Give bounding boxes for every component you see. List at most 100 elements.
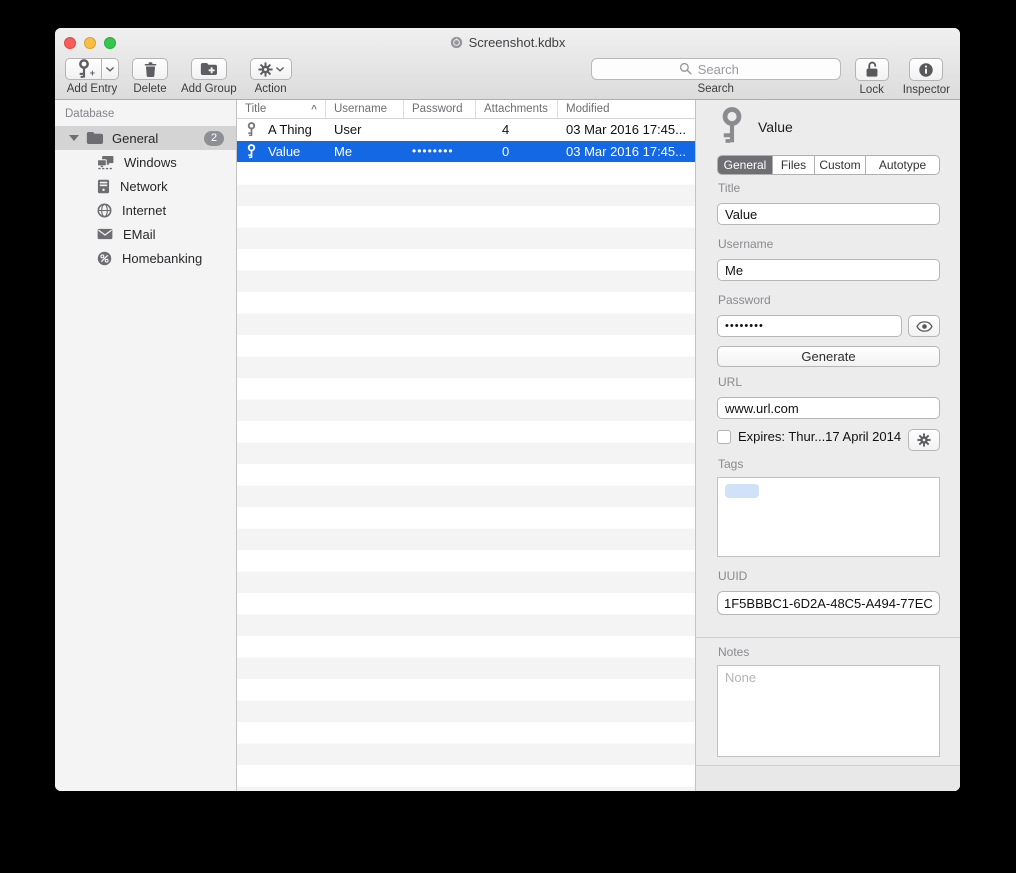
gear-icon [258, 62, 273, 77]
expires-checkbox[interactable] [717, 430, 731, 444]
notes-field[interactable] [717, 665, 940, 757]
inspector-button[interactable] [909, 58, 943, 81]
generate-button[interactable]: Generate [717, 346, 940, 367]
search-label: Search [697, 83, 733, 95]
disclosure-triangle-icon[interactable] [69, 135, 79, 141]
delete-button[interactable] [132, 58, 168, 80]
entry-title: Value [268, 144, 300, 159]
entry-table: Title ^ Username Password Attachments Mo… [237, 100, 695, 791]
column-header-username[interactable]: Username [326, 100, 404, 118]
tags-field[interactable] [717, 477, 940, 557]
sidebar-section-header: Database [65, 108, 114, 120]
uuid-field-label: UUID [718, 569, 747, 583]
show-password-button[interactable] [908, 315, 940, 337]
inspector-label: Inspector [903, 84, 950, 96]
key-icon [718, 107, 746, 145]
table-row[interactable]: A Thing User 4 03 Mar 2016 17:45... [237, 119, 695, 141]
url-field[interactable] [717, 397, 940, 419]
window-header: Screenshot.kdbx + Add Entry [55, 28, 960, 100]
entry-username: User [326, 122, 404, 137]
trash-icon [143, 61, 158, 78]
tab-custom[interactable]: Custom [815, 156, 866, 174]
sidebar-item-label: Homebanking [122, 251, 202, 266]
chevron-down-icon [276, 67, 284, 72]
sidebar-item-label: General [112, 131, 158, 146]
search-item: Search [591, 58, 841, 95]
key-icon [247, 144, 256, 159]
folder-icon [86, 131, 103, 145]
toolbar: + Add Entry Delete [55, 56, 960, 100]
lock-open-icon [865, 61, 879, 78]
column-header-password[interactable]: Password [404, 100, 476, 118]
entry-username: Me [326, 144, 404, 159]
computers-icon [97, 155, 114, 170]
chevron-down-icon [106, 67, 114, 72]
action-button[interactable] [250, 58, 292, 80]
column-header-attachments[interactable]: Attachments [476, 100, 558, 118]
main-content: Database General 2 Windows Network [55, 100, 960, 791]
envelope-icon [97, 228, 113, 240]
lock-item: Lock [855, 58, 889, 96]
window-title-group: Screenshot.kdbx [55, 28, 960, 56]
password-field[interactable] [717, 315, 902, 337]
key-plus-icon [78, 59, 90, 79]
entry-title: A Thing [268, 122, 312, 137]
lock-button[interactable] [855, 58, 889, 81]
key-icon [247, 122, 256, 137]
document-proxy-icon [450, 36, 463, 49]
username-field[interactable] [717, 259, 940, 281]
action-label: Action [255, 83, 287, 95]
titlebar[interactable]: Screenshot.kdbx [55, 28, 960, 56]
gear-icon [917, 433, 931, 447]
delete-label: Delete [133, 83, 166, 95]
toolbar-right: Search Lock Inspector [591, 58, 950, 96]
table-row-selected[interactable]: Value Me •••••••• 0 03 Mar 2016 17:45... [237, 141, 695, 163]
sidebar-item-label: Windows [124, 155, 177, 170]
add-group-button[interactable] [191, 58, 227, 80]
sidebar-item-windows[interactable]: Windows [55, 150, 236, 174]
sidebar-item-general[interactable]: General 2 [55, 126, 236, 150]
column-header-title[interactable]: Title ^ [237, 100, 326, 118]
uuid-field[interactable] [717, 591, 940, 615]
expires-row: Expires: Thur...17 April 2014 [717, 429, 901, 444]
add-entry-item: + Add Entry [65, 58, 119, 95]
action-item: Action [250, 58, 292, 95]
expires-settings-button[interactable] [908, 429, 940, 451]
tags-field-label: Tags [718, 457, 743, 471]
section-divider [696, 637, 960, 638]
delete-item: Delete [132, 58, 168, 95]
sidebar-item-label: EMail [123, 227, 156, 242]
url-field-label: URL [718, 375, 742, 389]
password-field-label: Password [718, 293, 771, 307]
eye-icon [916, 321, 933, 332]
inspector-item: Inspector [903, 58, 950, 96]
tag-token[interactable] [725, 484, 759, 498]
inspector-footer [696, 766, 960, 791]
tab-general[interactable]: General [718, 156, 773, 174]
sidebar-item-email[interactable]: EMail [55, 222, 236, 246]
sidebar-item-label: Network [120, 179, 168, 194]
entry-attachments: 0 [476, 144, 558, 159]
expires-label: Expires: Thur...17 April 2014 [738, 429, 901, 444]
add-entry-button[interactable]: + [65, 58, 102, 80]
inspector-panel: Value General Files Custom Autotype Titl… [695, 100, 960, 791]
inspector-tabs: General Files Custom Autotype [717, 155, 940, 175]
search-input[interactable] [591, 58, 841, 80]
count-badge: 2 [204, 131, 224, 146]
table-header: Title ^ Username Password Attachments Mo… [237, 100, 695, 119]
column-header-modified[interactable]: Modified [558, 100, 695, 118]
sidebar-item-network[interactable]: Network [55, 174, 236, 198]
add-entry-dropdown-button[interactable] [102, 58, 119, 80]
sidebar-item-internet[interactable]: Internet [55, 198, 236, 222]
sidebar-item-homebanking[interactable]: Homebanking [55, 246, 236, 270]
window-title: Screenshot.kdbx [469, 35, 566, 50]
title-field[interactable] [717, 203, 940, 225]
sort-ascending-icon: ^ [311, 104, 317, 115]
tab-autotype[interactable]: Autotype [866, 156, 939, 174]
add-group-label: Add Group [181, 83, 237, 95]
entry-modified: 03 Mar 2016 17:45... [558, 122, 695, 137]
lock-label: Lock [860, 84, 884, 96]
entry-modified: 03 Mar 2016 17:45... [558, 144, 695, 159]
tab-files[interactable]: Files [773, 156, 815, 174]
percent-icon [97, 251, 112, 266]
